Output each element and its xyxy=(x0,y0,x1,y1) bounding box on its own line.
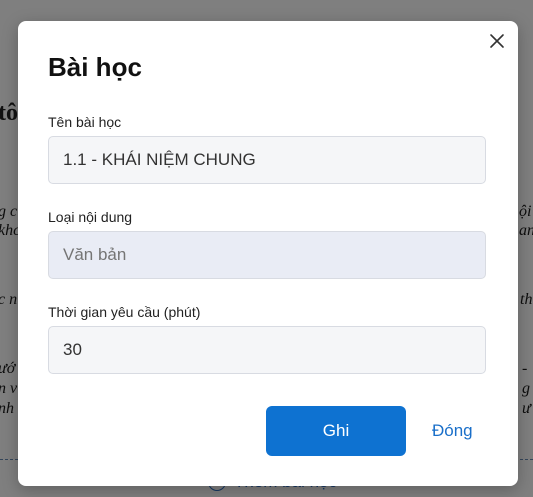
content-type-input xyxy=(48,231,486,279)
required-time-input[interactable] xyxy=(48,326,486,374)
lesson-name-label: Tên bài học xyxy=(48,114,122,130)
close-icon[interactable] xyxy=(488,32,506,50)
content-type-label: Loại nội dung xyxy=(48,209,133,225)
save-button[interactable]: Ghi xyxy=(266,406,406,456)
lesson-dialog: Bài học Tên bài học Loại nội dung Thời g… xyxy=(18,21,518,486)
dialog-title: Bài học xyxy=(48,52,142,82)
close-button[interactable]: Đóng xyxy=(428,406,477,456)
required-time-label: Thời gian yêu cầu (phút) xyxy=(48,304,201,320)
lesson-name-input[interactable] xyxy=(48,136,486,184)
